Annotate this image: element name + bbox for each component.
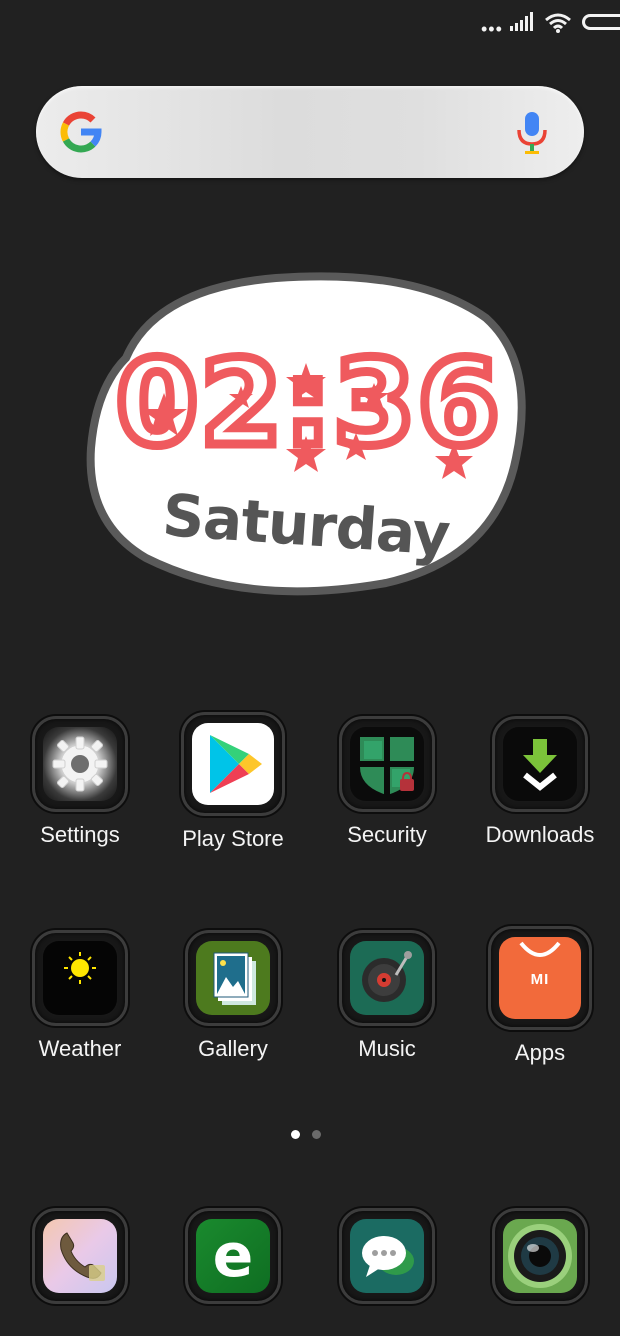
- app-label: Gallery: [198, 1036, 268, 1061]
- app-icon-frame[interactable]: [185, 930, 281, 1026]
- status-dots: •••: [481, 19, 503, 39]
- gear-icon: [52, 736, 108, 792]
- page-indicator: [291, 1126, 333, 1144]
- app-apps[interactable]: MI Apps: [463, 926, 617, 1066]
- app-icon-frame[interactable]: [339, 1208, 435, 1304]
- dock-camera[interactable]: [463, 1208, 617, 1304]
- app-icon-frame[interactable]: [32, 930, 128, 1026]
- app-weather[interactable]: Weather: [3, 930, 157, 1062]
- app-icon-frame[interactable]: [32, 716, 128, 812]
- app-label: Downloads: [485, 822, 595, 847]
- messages-icon: [362, 1236, 414, 1277]
- app-icon-frame[interactable]: [181, 712, 285, 816]
- google-search-bar[interactable]: [36, 86, 584, 178]
- app-icon-frame[interactable]: [492, 716, 588, 812]
- gallery-icon: [213, 952, 256, 1005]
- app-downloads[interactable]: Downloads: [463, 716, 617, 848]
- apps-badge: MI: [530, 971, 550, 988]
- page-dot-active[interactable]: [291, 1130, 300, 1139]
- camera-icon: [508, 1224, 572, 1288]
- dock-messages[interactable]: [310, 1208, 464, 1304]
- wifi-icon: [545, 13, 571, 33]
- app-label: Music: [358, 1036, 416, 1061]
- app-music[interactable]: Music: [310, 930, 464, 1062]
- page-dot-inactive[interactable]: [312, 1130, 321, 1139]
- app-gallery[interactable]: Gallery: [156, 930, 310, 1062]
- battery-icon: [582, 14, 620, 30]
- google-logo-icon[interactable]: [60, 111, 102, 153]
- app-label: Settings: [40, 822, 120, 847]
- dock-phone[interactable]: [3, 1208, 157, 1304]
- app-icon-frame[interactable]: MI: [488, 926, 592, 1030]
- sun-icon: [64, 952, 96, 984]
- shield-icon: [360, 737, 414, 795]
- dock-browser[interactable]: e: [156, 1208, 310, 1304]
- phone-icon: [60, 1232, 105, 1281]
- app-settings[interactable]: Settings: [3, 716, 157, 848]
- app-label: Play Store: [182, 826, 284, 851]
- app-security[interactable]: Security: [310, 716, 464, 848]
- star-decorations: [141, 363, 473, 479]
- app-icon-frame[interactable]: [339, 930, 435, 1026]
- app-label: Security: [347, 822, 427, 847]
- turntable-icon: [362, 951, 412, 1002]
- play-store-icon: [210, 735, 262, 793]
- mic-icon[interactable]: [514, 110, 550, 156]
- app-icon-frame[interactable]: [32, 1208, 128, 1304]
- app-icon-frame[interactable]: [492, 1208, 588, 1304]
- browser-icon: e: [212, 1221, 254, 1291]
- app-label: Apps: [514, 1040, 566, 1065]
- signal-icon: [510, 12, 533, 31]
- app-icon-frame[interactable]: e: [185, 1208, 281, 1304]
- status-bar: •••: [0, 8, 620, 38]
- app-play-store[interactable]: Play Store: [156, 712, 310, 852]
- clock-widget[interactable]: 02:36 Saturday: [86, 268, 526, 598]
- download-arrow-icon: [523, 739, 557, 791]
- app-icon-frame[interactable]: [339, 716, 435, 812]
- app-label: Weather: [38, 1036, 122, 1061]
